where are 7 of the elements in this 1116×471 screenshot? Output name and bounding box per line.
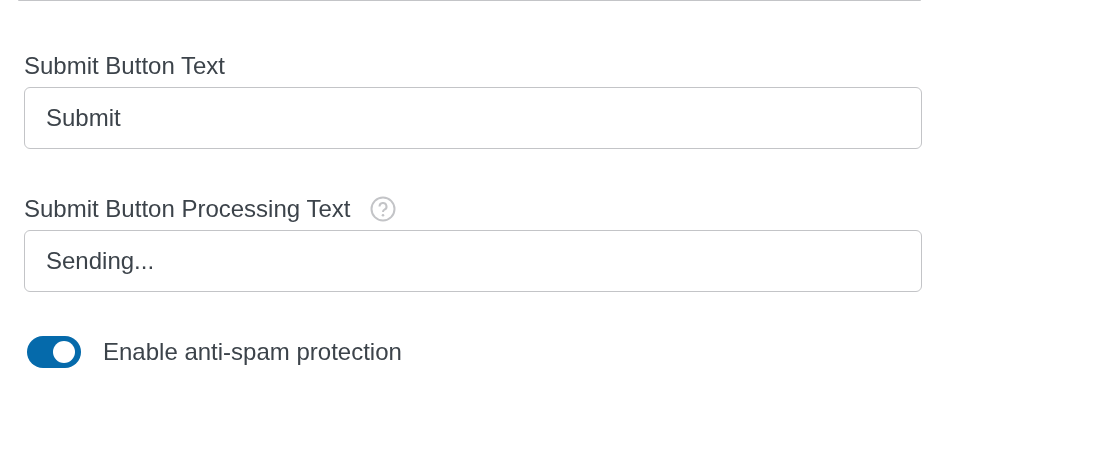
toggle-switch[interactable] — [27, 336, 81, 368]
field-label: Submit Button Processing Text — [24, 194, 351, 224]
help-icon[interactable] — [370, 196, 397, 222]
text-field[interactable]: Submit — [24, 87, 922, 149]
field-label: Submit Button Text — [24, 51, 225, 81]
text-field[interactable]: Sending... — [24, 230, 922, 292]
toggle-label: Enable anti-spam protection — [103, 337, 402, 367]
